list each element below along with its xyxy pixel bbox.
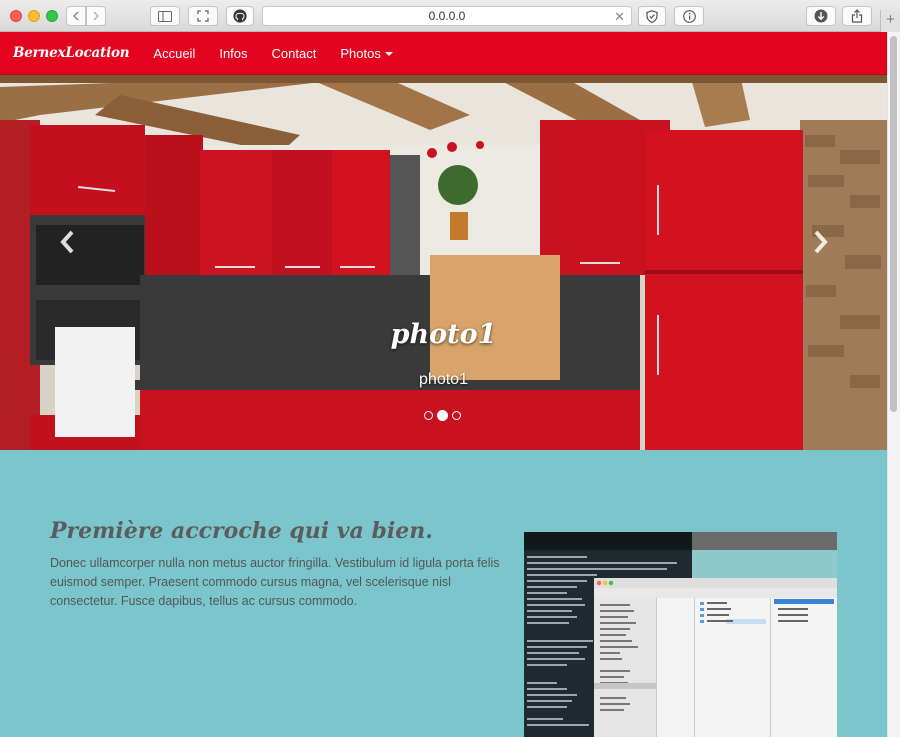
page-scrollbar-thumb[interactable] bbox=[890, 36, 897, 412]
feature-heading: Première accroche qui va bien. bbox=[50, 518, 433, 544]
address-bar[interactable]: 0.0.0.0 ✕ bbox=[262, 6, 632, 26]
carousel-indicators bbox=[424, 410, 461, 421]
back-button[interactable] bbox=[66, 6, 86, 26]
forward-button[interactable] bbox=[86, 6, 106, 26]
carousel-next-button[interactable] bbox=[806, 225, 836, 259]
minimize-window-button[interactable] bbox=[28, 10, 40, 22]
nav-link-infos[interactable]: Infos bbox=[207, 46, 259, 61]
feature-image bbox=[524, 532, 837, 737]
clear-url-icon[interactable]: ✕ bbox=[614, 9, 625, 25]
photo-carousel: photo1 photo1 bbox=[0, 75, 887, 450]
carousel-prev-button[interactable] bbox=[52, 225, 82, 259]
brand-logo[interactable]: BernexLocation bbox=[13, 45, 130, 61]
new-tab-button[interactable]: + bbox=[880, 10, 900, 32]
downloads-button[interactable] bbox=[806, 6, 836, 26]
carousel-indicator[interactable] bbox=[452, 411, 461, 420]
feature-text: Donec ullamcorper nulla non metus auctor… bbox=[50, 556, 500, 608]
github-icon bbox=[233, 9, 247, 23]
kitchen-photo bbox=[0, 75, 887, 450]
browser-toolbar: 0.0.0.0 ✕ + bbox=[0, 0, 900, 32]
close-window-button[interactable] bbox=[10, 10, 22, 22]
share-button[interactable] bbox=[842, 6, 872, 26]
site-navbar: BernexLocation Accueil Infos Contact Pho… bbox=[0, 32, 887, 75]
shield-icon bbox=[646, 9, 658, 23]
chevron-right-icon bbox=[93, 11, 100, 21]
info-icon bbox=[682, 9, 696, 23]
url-text: 0.0.0.0 bbox=[428, 9, 466, 23]
github-button[interactable] bbox=[226, 6, 254, 26]
sidebar-icon bbox=[158, 10, 172, 22]
carousel-caption-title: photo1 bbox=[390, 319, 497, 350]
fullscreen-button[interactable] bbox=[188, 6, 218, 26]
nav-link-accueil[interactable]: Accueil bbox=[141, 46, 207, 61]
expand-icon bbox=[197, 10, 209, 22]
download-icon bbox=[814, 9, 828, 23]
nav-dropdown-label: Photos bbox=[340, 45, 381, 61]
share-icon bbox=[851, 9, 863, 23]
carousel-indicator[interactable] bbox=[424, 411, 433, 420]
code-editor-screenshot bbox=[524, 532, 837, 737]
chevron-left-icon bbox=[72, 11, 79, 21]
web-page: BernexLocation Accueil Infos Contact Pho… bbox=[0, 32, 887, 737]
carousel-indicator-active[interactable] bbox=[437, 410, 448, 421]
nav-dropdown-photos[interactable]: Photos bbox=[328, 46, 404, 61]
zoom-window-button[interactable] bbox=[46, 10, 58, 22]
carousel-caption-text: photo1 bbox=[419, 371, 468, 388]
shield-button[interactable] bbox=[638, 6, 666, 26]
sidebar-button[interactable] bbox=[150, 6, 180, 26]
info-button[interactable] bbox=[674, 6, 704, 26]
caret-down-icon bbox=[384, 52, 393, 57]
nav-link-contact[interactable]: Contact bbox=[260, 46, 329, 61]
chevron-left-icon bbox=[60, 230, 74, 254]
chevron-right-icon bbox=[814, 230, 828, 254]
